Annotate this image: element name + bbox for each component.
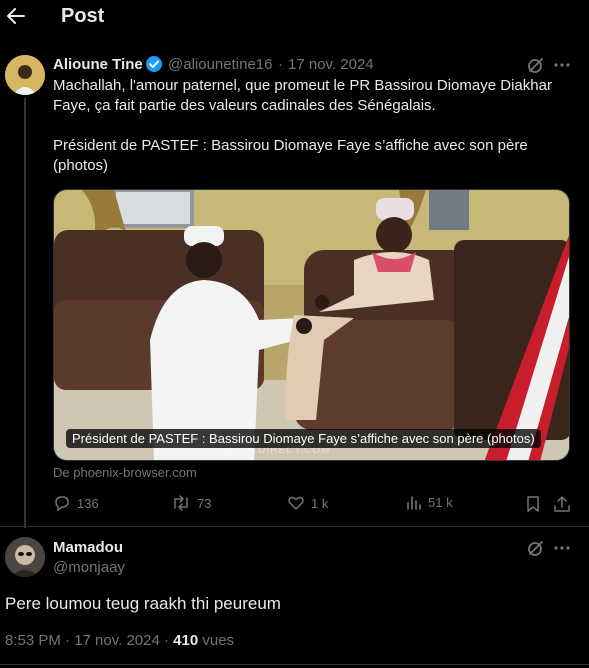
post-text: Machallah, l'amour paternel, que promeut… xyxy=(53,76,573,176)
reply-author-name[interactable]: Mamadou xyxy=(53,539,123,556)
reply-timestamp[interactable]: 8:53 PM · 17 nov. 2024 · xyxy=(5,632,173,649)
reply-views-count: 410 xyxy=(173,632,199,649)
reply-avatar[interactable] xyxy=(5,537,45,577)
like-count: 1 k xyxy=(311,495,329,511)
back-arrow-icon[interactable] xyxy=(6,6,26,26)
author-handle[interactable]: @aliounetine16 xyxy=(168,56,272,73)
grok-icon[interactable] xyxy=(526,538,546,558)
reply-button[interactable]: 136 xyxy=(53,494,99,512)
link-source[interactable]: De phoenix-browser.com xyxy=(53,465,197,480)
meta-separator: · xyxy=(278,56,283,73)
repost-count: 73 xyxy=(197,495,212,511)
post-text-paragraph: Machallah, l'amour paternel, que promeut… xyxy=(53,77,552,114)
page-title: Post xyxy=(61,5,105,27)
photo xyxy=(54,190,569,460)
reply-author-handle[interactable]: @monjaay xyxy=(53,559,125,576)
reply-views-label: vues xyxy=(198,632,235,649)
views-icon xyxy=(407,496,421,510)
views-count: 51 k xyxy=(428,494,453,510)
reply-meta: 8:53 PM · 17 nov. 2024 · 410 vues xyxy=(5,632,234,649)
avatar[interactable] xyxy=(5,55,45,95)
like-button[interactable]: 1 k xyxy=(287,494,328,512)
bookmark-icon[interactable] xyxy=(523,494,543,514)
like-icon xyxy=(288,496,304,510)
more-icon[interactable] xyxy=(552,538,572,558)
divider xyxy=(0,526,589,527)
media-caption: Président de PASTEF : Bassirou Diomaye F… xyxy=(66,429,541,448)
share-icon[interactable] xyxy=(552,494,572,514)
views-button[interactable]: 51 k xyxy=(406,494,453,510)
media-card[interactable]: SENEGALDIRECT.COM Président de PASTEF : … xyxy=(53,189,570,461)
post-text-link-title: Président de PASTEF : Bassirou Diomaye F… xyxy=(53,137,528,174)
author-name[interactable]: Alioune Tine xyxy=(53,56,143,73)
more-icon[interactable] xyxy=(552,55,572,75)
post-date[interactable]: 17 nov. 2024 xyxy=(288,56,374,73)
reply-count: 136 xyxy=(77,495,99,511)
reply-icon xyxy=(55,496,69,512)
repost-icon xyxy=(174,495,188,511)
reply-text: Pere loumou teug raakh thi peureum xyxy=(5,594,281,613)
grok-icon[interactable] xyxy=(526,55,546,75)
thread-line xyxy=(24,98,26,528)
verified-badge-icon xyxy=(145,55,163,73)
page-header: Post xyxy=(0,0,589,34)
repost-button[interactable]: 73 xyxy=(171,494,211,512)
divider xyxy=(0,664,589,665)
